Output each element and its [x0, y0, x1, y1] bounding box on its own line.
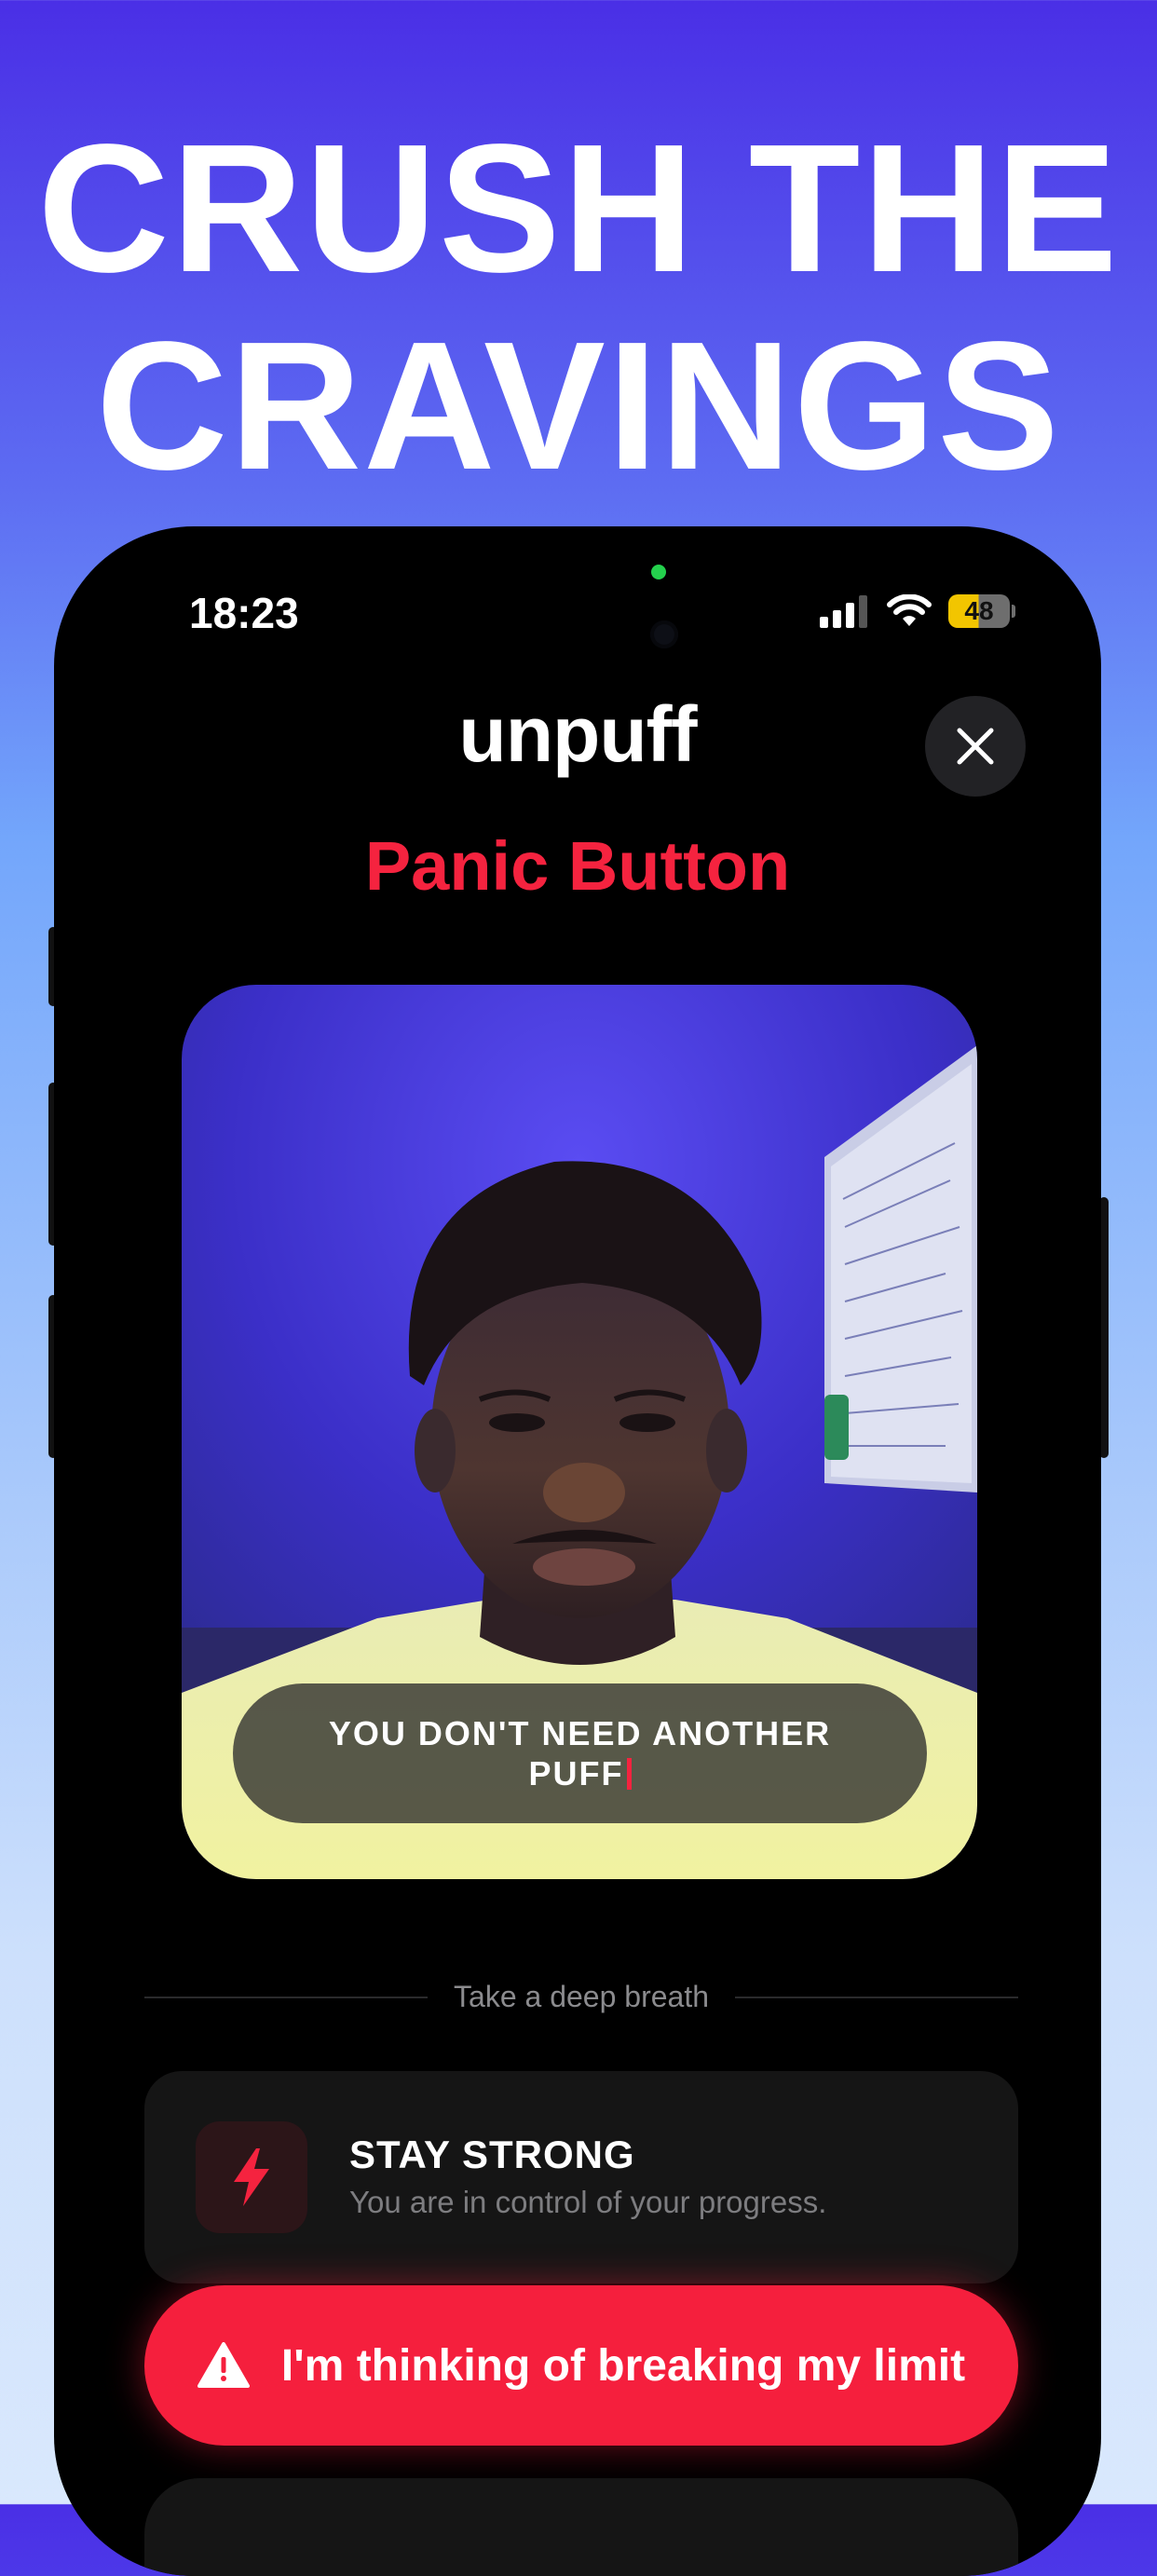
lightning-icon [234, 2148, 269, 2206]
close-icon [957, 728, 994, 765]
promo-headline-line-2: CRAVINGS [95, 304, 1061, 508]
phone-mockup: 18:23 48 unpuff Panic Button YOU DON'T N… [54, 526, 1101, 2576]
close-button[interactable] [925, 696, 1026, 797]
status-icons: 48 [820, 594, 1015, 628]
status-time: 18:23 [189, 589, 299, 637]
breaking-limit-button[interactable]: I'm thinking of breaking my limit [144, 2285, 1018, 2446]
typing-caret [626, 1758, 632, 1790]
caption-pill: YOU DON'T NEED ANOTHER PUFF [233, 1683, 927, 1823]
divider-line-right [735, 1996, 1019, 1998]
breaking-limit-label: I'm thinking of breaking my limit [280, 2340, 966, 2391]
tip-icon-box [196, 2121, 307, 2233]
promo-headline-line-1: CRUSH THE [37, 106, 1120, 310]
signal-icon [820, 595, 867, 628]
stay-strong-card: STAY STRONG You are in control of your p… [144, 2071, 1018, 2283]
caption-text: YOU DON'T NEED ANOTHER PUFF [310, 1713, 851, 1793]
battery-level: 48 [948, 594, 1010, 628]
divider-label: Take a deep breath [454, 1980, 709, 2013]
next-card [144, 2478, 1018, 2576]
camera-feed: YOU DON'T NEED ANOTHER PUFF [182, 985, 977, 1879]
page-title: Panic Button [364, 827, 791, 905]
battery-icon: 48 [948, 594, 1015, 628]
caption-text-value: YOU DON'T NEED ANOTHER PUFF [328, 1714, 832, 1792]
warning-icon [197, 2342, 250, 2388]
promo-headline: CRUSH THE CRAVINGS [0, 110, 1157, 505]
tip-title: STAY STRONG [349, 2133, 635, 2176]
front-camera-lens [650, 620, 678, 648]
divider-line-left [144, 1996, 429, 1998]
wifi-icon [887, 594, 932, 626]
tip-subtitle: You are in control of your progress. [349, 2185, 827, 2219]
camera-in-use-indicator [651, 565, 666, 579]
breath-divider: Take a deep breath [144, 1980, 1019, 2014]
